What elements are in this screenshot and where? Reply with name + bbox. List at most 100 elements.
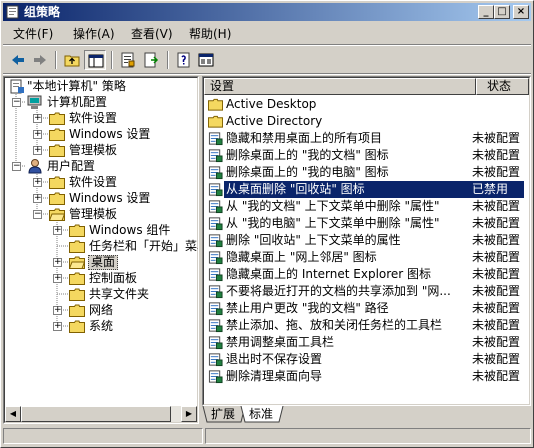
setting-row[interactable]: 删除清理桌面向导 未被配置 [206,368,526,385]
expand-toggle[interactable]: + [33,194,42,203]
tree-node-user-software-settings[interactable]: + 软件设置 [5,174,195,190]
up-folder-icon [64,55,80,67]
setting-row[interactable]: 不要将最近打开的文档的共享添加到 "网... 未被配置 [206,283,526,300]
setting-row[interactable]: 禁用调整桌面工具栏 未被配置 [206,334,526,351]
scroll-left-arrow-icon[interactable]: ◀ [5,406,21,422]
back-arrow-icon [12,55,24,65]
setting-row[interactable]: 删除桌面上的 "我的文档" 图标 未被配置 [206,147,526,164]
console-button[interactable] [195,50,217,70]
expand-toggle[interactable]: + [53,274,62,283]
tree-node-windows-components[interactable]: + Windows 组件 [5,222,195,238]
policy-icon [10,79,24,94]
expand-toggle[interactable]: + [53,226,62,235]
tree-horizontal-scrollbar[interactable]: ◀ ▶ [5,406,197,422]
expand-toggle[interactable]: + [53,322,62,331]
folder-icon [49,192,65,205]
collapse-toggle[interactable]: − [12,98,21,107]
tab-standard[interactable]: 标准 [245,406,277,422]
expand-toggle[interactable]: + [33,178,42,187]
help-button[interactable] [173,50,195,70]
show-hide-tree-button[interactable] [84,50,106,70]
tree-label: "本地计算机" 策略 [27,79,126,93]
properties-button[interactable] [117,50,139,70]
tree-node-shared-folders[interactable]: 共享文件夹 [5,286,195,302]
menu-view[interactable]: 查看(V) [131,26,173,42]
column-header-setting[interactable]: 设置 [204,78,476,95]
tree-node-taskbar-start-menu[interactable]: 任务栏和「开始」菜单 [5,238,199,254]
expand-toggle[interactable]: + [53,306,62,315]
collapse-toggle[interactable]: − [33,210,42,219]
tree-node-computer-config[interactable]: − 计算机配置 [5,94,195,110]
maximize-button[interactable]: □ [494,5,510,19]
setting-state: 未被配置 [472,352,521,366]
folder-icon [69,304,85,317]
menu-help[interactable]: 帮助(H) [189,26,231,42]
forward-button[interactable] [29,50,51,70]
setting-row[interactable]: 禁止添加、拖、放和关闭任务栏的工具栏 未被配置 [206,317,526,334]
tree-node-network[interactable]: + 网络 [5,302,195,318]
column-header-state[interactable]: 状态 [476,78,529,95]
settings-list-pane[interactable]: 设置 状态 Active Desktop Active Directory 隐藏和禁… [202,76,531,406]
export-list-button[interactable] [140,50,162,70]
tree-node-local-computer-policy[interactable]: "本地计算机" 策略 [5,78,195,94]
setting-row[interactable]: 隐藏桌面上的 Internet Explorer 图标 未被配置 [206,266,526,283]
folder-icon [69,240,85,253]
policy-setting-icon [208,285,223,299]
policy-setting-icon [208,132,223,146]
tree-node-computer-software-settings[interactable]: + 软件设置 [5,110,195,126]
policy-setting-icon [208,251,223,265]
setting-state: 未被配置 [472,318,521,332]
setting-row[interactable]: 禁止用户更改 "我的文档" 路径 未被配置 [206,300,526,317]
expand-toggle[interactable]: + [33,114,42,123]
scroll-right-arrow-icon[interactable]: ▶ [181,406,197,422]
tree-node-user-admin-templates[interactable]: − 管理模板 [5,206,195,222]
setting-row-selected[interactable]: 从桌面删除 "回收站" 图标 已禁用 [206,181,526,198]
tree-node-system[interactable]: + 系统 [5,318,195,334]
setting-state: 未被配置 [472,284,521,298]
setting-row[interactable]: Active Directory [206,113,526,130]
tree-node-user-windows-settings[interactable]: + Windows 设置 [5,190,195,206]
tab-extended[interactable]: 扩展 [207,406,239,422]
setting-row[interactable]: 从 "我的文档" 上下文菜单中删除 "属性" 未被配置 [206,198,526,215]
expand-toggle[interactable]: + [53,258,62,267]
tree-node-user-config[interactable]: − 用户配置 [5,158,195,174]
setting-row[interactable]: Active Desktop [206,96,526,113]
properties-icon [121,52,135,68]
menu-action[interactable]: 操作(A) [73,26,115,42]
setting-row[interactable]: 隐藏桌面上 "网上邻居" 图标 未被配置 [206,249,526,266]
tree-label: 任务栏和「开始」菜单 [89,239,199,253]
minimize-button[interactable]: _ [478,5,494,19]
setting-state: 未被配置 [472,250,521,264]
setting-row[interactable]: 退出时不保存设置 未被配置 [206,351,526,368]
group-policy-app-icon [6,5,19,19]
setting-state: 未被配置 [472,216,521,230]
tree-label: 管理模板 [69,207,118,221]
setting-row[interactable]: 删除 "回收站" 上下文菜单的属性 未被配置 [206,232,526,249]
folder-icon [69,272,85,285]
tree-node-desktop[interactable]: + 桌面 [5,254,195,270]
toolbar-separator [167,51,169,69]
policy-setting-icon [208,370,223,384]
close-button[interactable]: × [513,5,529,19]
up-one-level-button[interactable] [61,50,83,70]
menu-file[interactable]: 文件(F) [13,26,53,42]
tree-node-computer-admin-templates[interactable]: + 管理模板 [5,142,195,158]
expand-toggle[interactable]: + [33,130,42,139]
folder-icon [49,176,65,189]
tree-node-computer-windows-settings[interactable]: + Windows 设置 [5,126,195,142]
back-button[interactable] [7,50,29,70]
setting-row[interactable]: 隐藏和禁用桌面上的所有项目 未被配置 [206,130,526,147]
setting-row[interactable]: 从 "我的电脑" 上下文菜单中删除 "属性" 未被配置 [206,215,526,232]
title-bar[interactable]: 组策略 _ □ × [3,3,531,21]
collapse-toggle[interactable]: − [12,162,21,171]
setting-name: 删除桌面上的 "我的电脑" 图标 [226,165,389,179]
setting-row[interactable]: 删除桌面上的 "我的电脑" 图标 未被配置 [206,164,526,181]
tree-label: 控制面板 [89,271,138,285]
policy-setting-icon [208,302,223,316]
setting-name: 禁用调整桌面工具栏 [226,335,335,349]
window-title: 组策略 [24,5,61,19]
scroll-thumb[interactable] [21,406,171,422]
expand-toggle[interactable]: + [33,146,42,155]
tree-pane[interactable]: "本地计算机" 策略 − 计算机配置 + 软件设置 + Windows 设置 +… [3,76,199,424]
tree-node-control-panel[interactable]: + 控制面板 [5,270,195,286]
